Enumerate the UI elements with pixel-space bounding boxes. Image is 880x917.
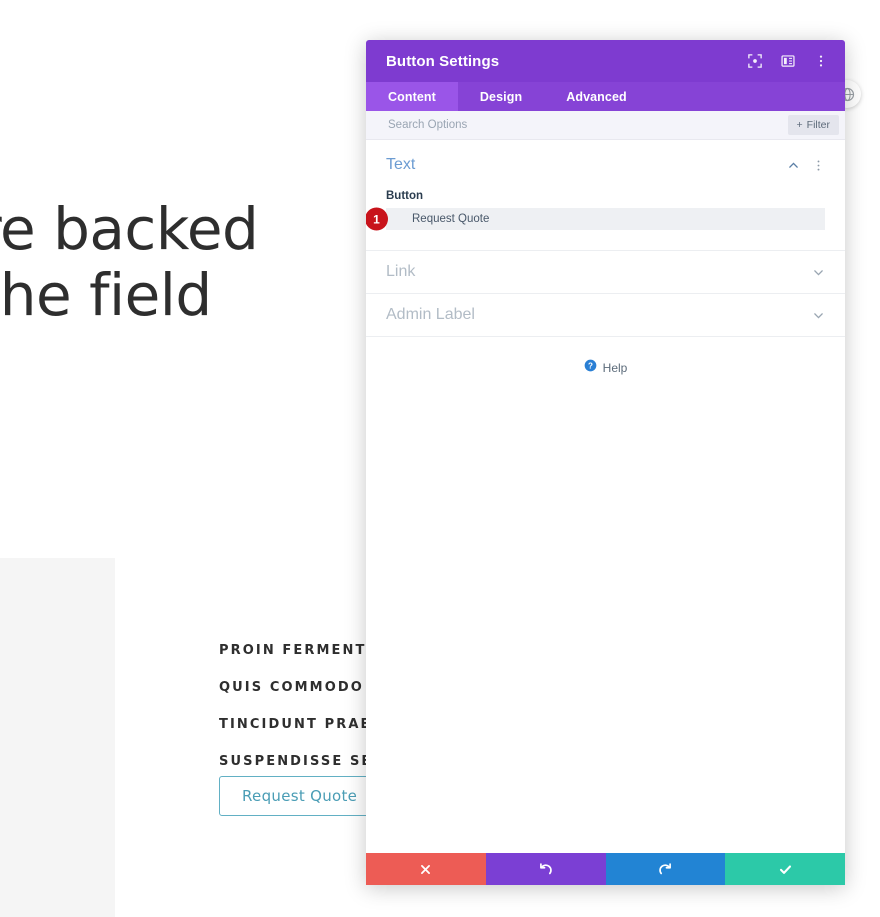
chevron-down-icon[interactable]	[812, 309, 825, 322]
svg-text:?: ?	[588, 361, 593, 370]
modal-title: Button Settings	[386, 52, 500, 70]
modal-body: Text Button 1 Request Quote Link Admin L…	[366, 140, 845, 853]
section-link-title: Link	[386, 263, 416, 280]
cancel-button[interactable]	[366, 853, 486, 885]
section-text-icon-group	[787, 159, 825, 172]
step-badge-1: 1	[366, 207, 388, 231]
kebab-menu-icon[interactable]	[811, 51, 831, 71]
filter-button[interactable]: + Filter	[787, 115, 839, 135]
check-icon	[778, 862, 793, 877]
help-question-icon: ?	[584, 359, 597, 377]
hero-heading: es are backed s in the field	[0, 196, 380, 328]
button-text-field-label: Button	[386, 190, 424, 202]
search-input[interactable]	[386, 118, 788, 132]
button-settings-modal: Button Settings Content Design Advanced …	[366, 40, 845, 885]
tab-advanced[interactable]: Advanced	[544, 82, 649, 111]
close-x-icon	[419, 863, 432, 876]
chevron-up-icon[interactable]	[787, 159, 800, 172]
save-button[interactable]	[725, 853, 845, 885]
search-options-row: + Filter	[366, 111, 845, 140]
section-text-title: Text	[386, 156, 416, 173]
button-text-input[interactable]	[386, 208, 825, 230]
help-label: Help	[602, 361, 628, 375]
gray-section-panel	[0, 558, 115, 917]
tab-content[interactable]: Content	[366, 82, 458, 111]
modal-tab-bar: Content Design Advanced	[366, 82, 845, 111]
undo-arrow-icon	[538, 862, 553, 877]
help-link[interactable]: ? Help	[366, 337, 845, 399]
button-text-field-wrap: 1	[366, 207, 825, 231]
undo-button[interactable]	[485, 853, 606, 885]
section-admin-label[interactable]: Admin Label	[366, 294, 845, 337]
kebab-menu-icon[interactable]	[812, 159, 825, 172]
modal-footer	[366, 853, 845, 885]
request-quote-button[interactable]: Request Quote	[219, 776, 381, 816]
hero-heading-line-2: s in the field	[0, 261, 212, 329]
section-text: Text Button 1 Request Quote	[366, 140, 845, 251]
plus-icon: +	[796, 119, 803, 131]
hero-heading-line-1: es are backed	[0, 195, 259, 263]
layout-panel-icon[interactable]	[778, 51, 798, 71]
modal-titlebar: Button Settings	[366, 40, 845, 82]
focus-target-icon[interactable]	[745, 51, 765, 71]
redo-button[interactable]	[605, 853, 726, 885]
titlebar-icon-group	[745, 51, 831, 71]
filter-button-label: Filter	[806, 119, 830, 131]
section-text-header: Text	[386, 156, 825, 174]
chevron-down-icon[interactable]	[812, 266, 825, 279]
section-admin-label-title: Admin Label	[386, 306, 475, 323]
tab-design[interactable]: Design	[458, 82, 544, 111]
section-link[interactable]: Link	[366, 251, 845, 294]
redo-arrow-icon	[658, 862, 673, 877]
